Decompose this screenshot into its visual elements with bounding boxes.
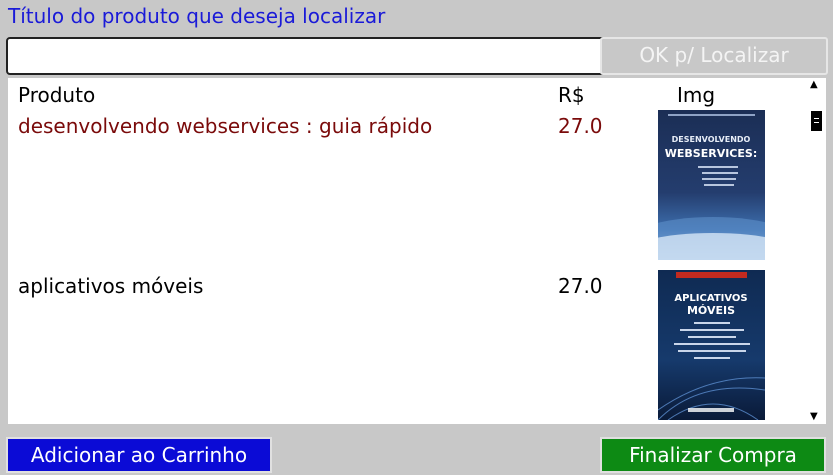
product-list[interactable]: Produto R$ Img desenvolvendo webservices… — [8, 78, 826, 424]
cover-title-line1: APLICATIVOS — [674, 293, 747, 304]
column-header-price: R$ — [558, 83, 585, 107]
book-cover-image: DESENVOLVENDO WEBSERVICES: — [658, 110, 765, 260]
scroll-thumb[interactable] — [811, 111, 822, 131]
search-button[interactable]: OK p/ Localizar — [600, 37, 828, 75]
scroll-up-arrow-icon[interactable]: ▲ — [810, 80, 818, 90]
product-price: 27.0 — [558, 114, 603, 138]
list-scrollbar[interactable]: ▲ ▼ — [804, 78, 826, 424]
list-item[interactable]: desenvolvendo webservices : guia rápido … — [8, 110, 798, 269]
search-label: Título do produto que deseja localizar — [8, 4, 386, 28]
search-input[interactable] — [6, 37, 608, 75]
product-price: 27.0 — [558, 274, 603, 298]
product-name: desenvolvendo webservices : guia rápido — [18, 114, 433, 138]
book-cover-image: APLICATIVOS MÓVEIS — [658, 270, 765, 420]
column-header-product: Produto — [18, 83, 96, 107]
checkout-button[interactable]: Finalizar Compra — [600, 437, 826, 473]
cover-title-line2: WEBSERVICES: — [665, 147, 757, 160]
cover-title-line1: DESENVOLVENDO — [672, 135, 751, 144]
cover-title-line2: MÓVEIS — [687, 304, 735, 317]
column-header-image: Img — [677, 83, 716, 107]
product-name: aplicativos móveis — [18, 274, 204, 298]
scroll-down-arrow-icon[interactable]: ▼ — [810, 412, 818, 422]
add-to-cart-button[interactable]: Adicionar ao Carrinho — [6, 437, 272, 473]
list-item[interactable]: aplicativos móveis 27.0 APLICATIVOS MÓVE… — [8, 270, 798, 424]
